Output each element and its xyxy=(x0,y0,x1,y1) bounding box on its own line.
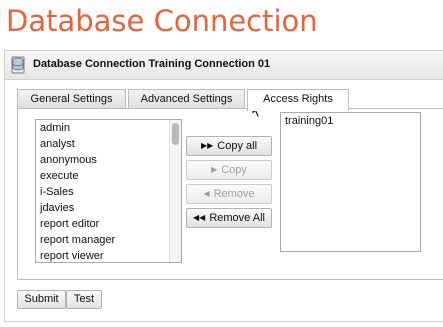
list-item[interactable]: admin xyxy=(36,120,181,136)
tab-access-rights[interactable]: Access Rights xyxy=(247,89,349,111)
list-item[interactable]: anonymous xyxy=(36,152,181,168)
remove-all-button[interactable]: ◀◀ Remove All xyxy=(186,208,272,228)
list-item[interactable]: jdavies xyxy=(36,200,181,216)
double-right-arrow-icon: ▶▶ xyxy=(200,141,214,150)
panel-header: Database Connection Training Connection … xyxy=(5,51,443,80)
submit-button[interactable]: Submit xyxy=(17,290,66,309)
list-item[interactable]: report manager xyxy=(36,232,181,248)
access-rights-panel: admin analyst anonymous execute i-Sales … xyxy=(17,108,443,280)
panel-title: Database Connection Training Connection … xyxy=(33,58,271,70)
list-scrollbar[interactable] xyxy=(169,120,181,262)
connection-panel: Database Connection Training Connection … xyxy=(4,50,443,322)
tab-general-settings[interactable]: General Settings xyxy=(17,89,126,109)
left-arrow-icon: ◀ xyxy=(203,189,210,198)
available-users-list[interactable]: admin analyst anonymous execute i-Sales … xyxy=(35,119,182,263)
copy-all-button[interactable]: ▶▶ Copy all xyxy=(186,136,272,156)
test-button[interactable]: Test xyxy=(66,290,102,309)
list-item[interactable]: execute xyxy=(36,168,181,184)
assigned-users-list[interactable]: training01 xyxy=(280,112,421,252)
scroll-thumb[interactable] xyxy=(172,123,179,145)
list-item[interactable]: training01 xyxy=(281,113,420,129)
database-icon xyxy=(11,56,25,74)
copy-button[interactable]: ▶ Copy xyxy=(186,160,272,180)
list-item[interactable]: report viewer xyxy=(36,248,181,262)
page-title: Database Connection xyxy=(6,4,318,38)
tab-advanced-settings[interactable]: Advanced Settings xyxy=(128,89,245,109)
remove-button[interactable]: ◀ Remove xyxy=(186,184,272,204)
list-item[interactable]: i-Sales xyxy=(36,184,181,200)
double-left-arrow-icon: ◀◀ xyxy=(193,213,206,222)
list-item[interactable]: report editor xyxy=(36,216,181,232)
list-item[interactable]: analyst xyxy=(36,136,181,152)
right-arrow-icon: ▶ xyxy=(211,165,218,174)
